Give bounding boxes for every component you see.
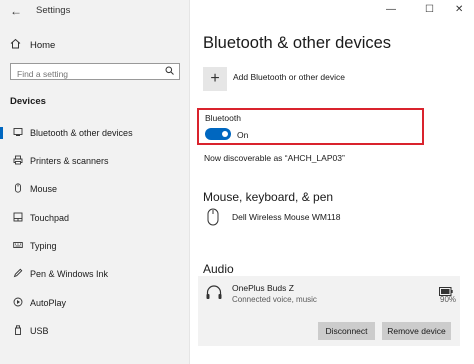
page-title: Bluetooth & other devices (203, 34, 392, 52)
home-icon (10, 38, 24, 52)
mouse-icon (11, 182, 25, 196)
sidebar-item-label: Touchpad (30, 213, 70, 223)
bluetooth-icon (11, 127, 25, 140)
touchpad-icon (11, 212, 25, 225)
autoplay-icon (11, 297, 25, 310)
search-icon[interactable] (165, 66, 174, 77)
bluetooth-toggle[interactable] (205, 128, 231, 140)
sidebar-divider (189, 0, 190, 364)
minimize-button[interactable]: — (386, 4, 396, 15)
printer-icon (11, 155, 25, 168)
sidebar-item-touchpad[interactable]: Touchpad (0, 209, 189, 227)
sidebar-item-label: Bluetooth & other devices (30, 128, 133, 138)
section-heading: Devices (10, 96, 46, 107)
discoverable-text: Now discoverable as “AHCH_LAP03” (204, 153, 345, 163)
mouse-device-icon (207, 208, 219, 229)
pen-icon (11, 268, 25, 281)
keyboard-icon (11, 240, 25, 253)
sidebar-item-mouse[interactable]: Mouse (0, 180, 189, 198)
title-bar: ← Settings (0, 0, 189, 22)
audio-device-name: OnePlus Buds Z (232, 283, 294, 293)
sidebar: ← Settings Home Devices Bluetooth & othe… (0, 0, 189, 364)
search-box[interactable] (10, 63, 180, 82)
bluetooth-label: Bluetooth (205, 113, 241, 123)
remove-device-button[interactable]: Remove device (382, 322, 451, 340)
mouse-device-name[interactable]: Dell Wireless Mouse WM118 (232, 212, 340, 222)
sidebar-item-label: USB (30, 326, 49, 336)
maximize-button[interactable]: ☐ (425, 4, 434, 15)
sidebar-item-label: Printers & scanners (30, 156, 109, 166)
close-button[interactable]: ✕ (455, 4, 463, 15)
sidebar-item-printers[interactable]: Printers & scanners (0, 152, 189, 170)
home-link[interactable]: Home (10, 38, 55, 52)
sidebar-item-typing[interactable]: Typing (0, 237, 189, 255)
sidebar-item-label: Pen & Windows Ink (30, 269, 109, 279)
sidebar-item-pen[interactable]: Pen & Windows Ink (0, 265, 189, 283)
sidebar-item-label: AutoPlay (30, 298, 67, 308)
usb-icon (11, 324, 25, 338)
bluetooth-state: On (237, 130, 249, 140)
mouse-section-title: Mouse, keyboard, & pen (203, 190, 334, 204)
sidebar-item-label: Typing (30, 241, 57, 251)
audio-section-title: Audio (203, 262, 234, 276)
add-device-label[interactable]: Add Bluetooth or other device (233, 72, 345, 82)
back-arrow-icon[interactable]: ← (10, 4, 22, 18)
audio-device-status: Connected voice, music (232, 295, 317, 304)
app-title: Settings (36, 5, 71, 16)
sidebar-item-usb[interactable]: USB (0, 322, 189, 340)
sidebar-item-label: Mouse (30, 184, 58, 194)
sidebar-item-bluetooth[interactable]: Bluetooth & other devices (0, 124, 189, 142)
add-device-button[interactable]: + (203, 67, 227, 91)
battery-percentage: 90% (440, 295, 457, 304)
home-label: Home (30, 39, 56, 51)
headset-icon (205, 284, 223, 305)
disconnect-button[interactable]: Disconnect (318, 322, 375, 340)
plus-icon: + (210, 70, 220, 87)
search-input[interactable] (11, 66, 161, 82)
sidebar-item-autoplay[interactable]: AutoPlay (0, 294, 189, 312)
toggle-knob (222, 131, 228, 137)
